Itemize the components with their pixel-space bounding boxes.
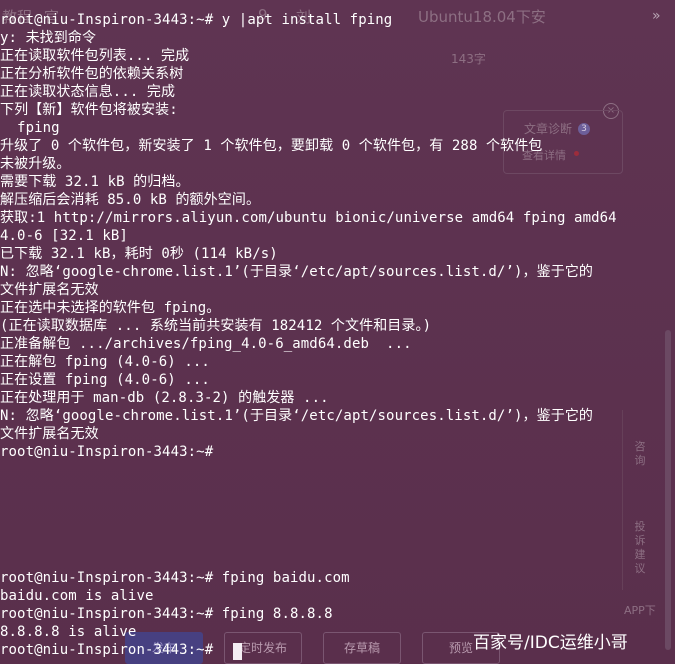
terminal-line: 正在读取软件包列表... 完成 — [0, 48, 190, 64]
terminal-line: 获取:1 http://mirrors.aliyun.com/ubuntu bi… — [0, 210, 617, 226]
terminal-line: 正在分析软件包的依赖关系树 — [0, 66, 184, 82]
terminal-line: 正在选中未选择的软件包 fping。 — [0, 300, 221, 316]
terminal-line: N: 忽略‘google-chrome.list.1’(于目录‘/etc/apt… — [0, 408, 594, 424]
terminal-prompt[interactable]: root@niu-Inspiron-3443:~# — [0, 641, 213, 659]
terminal-line: 4.0-6 [32.1 kB] — [0, 228, 128, 244]
terminal-line: (正在读取数据库 ... 系统当前共安装有 182412 个文件和目录。) — [0, 318, 432, 334]
terminal-line: 已下载 32.1 kB，耗时 0秒 (114 kB/s) — [0, 246, 278, 262]
terminal-line: 文件扩展名无效 — [0, 426, 99, 442]
terminal-line: 下列【新】软件包将被安装: — [0, 102, 178, 118]
terminal-line: 正在解包 fping (4.0-6) ... — [0, 354, 210, 370]
terminal-line: baidu.com is alive — [0, 588, 154, 604]
terminal-line: 需要下载 32.1 kB 的归档。 — [0, 174, 190, 190]
terminal-line: 正在设置 fping (4.0-6) ... — [0, 372, 210, 388]
terminal-line: 正准备解包 .../archives/fping_4.0-6_amd64.deb… — [0, 336, 412, 352]
terminal-line: 文件扩展名无效 — [0, 282, 99, 298]
terminal-prompt: root@niu-Inspiron-3443:~# — [0, 444, 214, 460]
terminal-line: 8.8.8.8 is alive — [0, 624, 137, 640]
terminal-line: y: 未找到命令 — [0, 30, 97, 46]
text-cursor — [233, 643, 242, 660]
terminal-line: 正在读取状态信息... 完成 — [0, 84, 176, 100]
terminal-line: N: 忽略‘google-chrome.list.1’(于目录‘/etc/apt… — [0, 264, 594, 280]
terminal-line: 解压缩后会消耗 85.0 kB 的额外空间。 — [0, 192, 261, 208]
terminal-line: 未被升级。 — [0, 156, 71, 172]
terminal-line: 升级了 0 个软件包，新安装了 1 个软件包，要卸载 0 个软件包，有 288 … — [0, 138, 543, 154]
terminal-line: fping — [0, 120, 60, 136]
terminal-line: 正在处理用于 man-db (2.8.3-2) 的触发器 ... — [0, 390, 329, 406]
terminal-prompt: root@niu-Inspiron-3443:~# fping baidu.co… — [0, 570, 350, 586]
watermark: 百家号/IDC运维小哥 — [473, 633, 628, 653]
terminal-prompt: root@niu-Inspiron-3443:~# fping 8.8.8.8 — [0, 606, 333, 622]
terminal-window[interactable]: root@niu-Inspiron-3443:~# y |apt install… — [0, 0, 675, 664]
terminal-line: root@niu-Inspiron-3443:~# y |apt install… — [0, 12, 393, 28]
